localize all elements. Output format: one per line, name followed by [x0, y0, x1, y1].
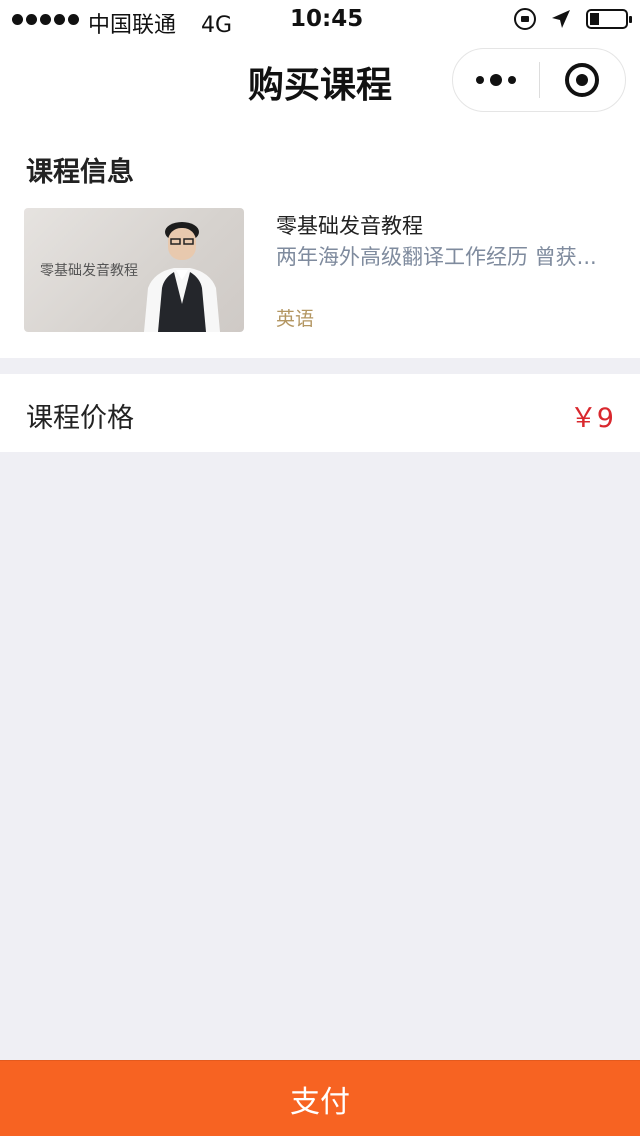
course-tag: 英语: [276, 308, 315, 330]
carrier-info: 中国联通 4G: [88, 7, 232, 39]
capsule-menu: [452, 48, 626, 112]
instructor-photo: [144, 222, 220, 332]
course-thumbnail[interactable]: 零基础发音教程: [24, 208, 244, 332]
battery-icon: [586, 9, 632, 29]
network-type: 4G: [201, 13, 233, 38]
price-label: 课程价格: [26, 403, 134, 434]
price-value: ￥9: [569, 403, 614, 434]
close-button[interactable]: [540, 49, 626, 111]
target-icon: [565, 63, 600, 97]
section-title: 课程信息: [26, 157, 134, 188]
status-icons: [514, 8, 632, 30]
more-icon: [475, 76, 484, 84]
carrier-name: 中国联通: [88, 13, 177, 38]
course-description: 两年海外高级翻译工作经历 曾获...: [276, 245, 597, 269]
status-bar: 中国联通 4G 10:45: [0, 0, 640, 40]
more-button[interactable]: [453, 49, 539, 111]
signal-icon: [12, 14, 79, 25]
lock-rotation-icon: [514, 8, 536, 30]
location-arrow-icon: [552, 10, 570, 28]
pay-button[interactable]: 支付: [0, 1060, 640, 1136]
clock: 10:45: [290, 6, 364, 32]
course-name[interactable]: 零基础发音教程: [276, 210, 423, 240]
price-row: 课程价格 ￥9: [0, 374, 640, 452]
course-info-section: 课程信息 零基础发音教程 零基础发音教程 两年海外高级翻译工作经历 曾获... …: [0, 128, 640, 358]
header: 中国联通 4G 10:45 购买课程: [0, 0, 640, 128]
